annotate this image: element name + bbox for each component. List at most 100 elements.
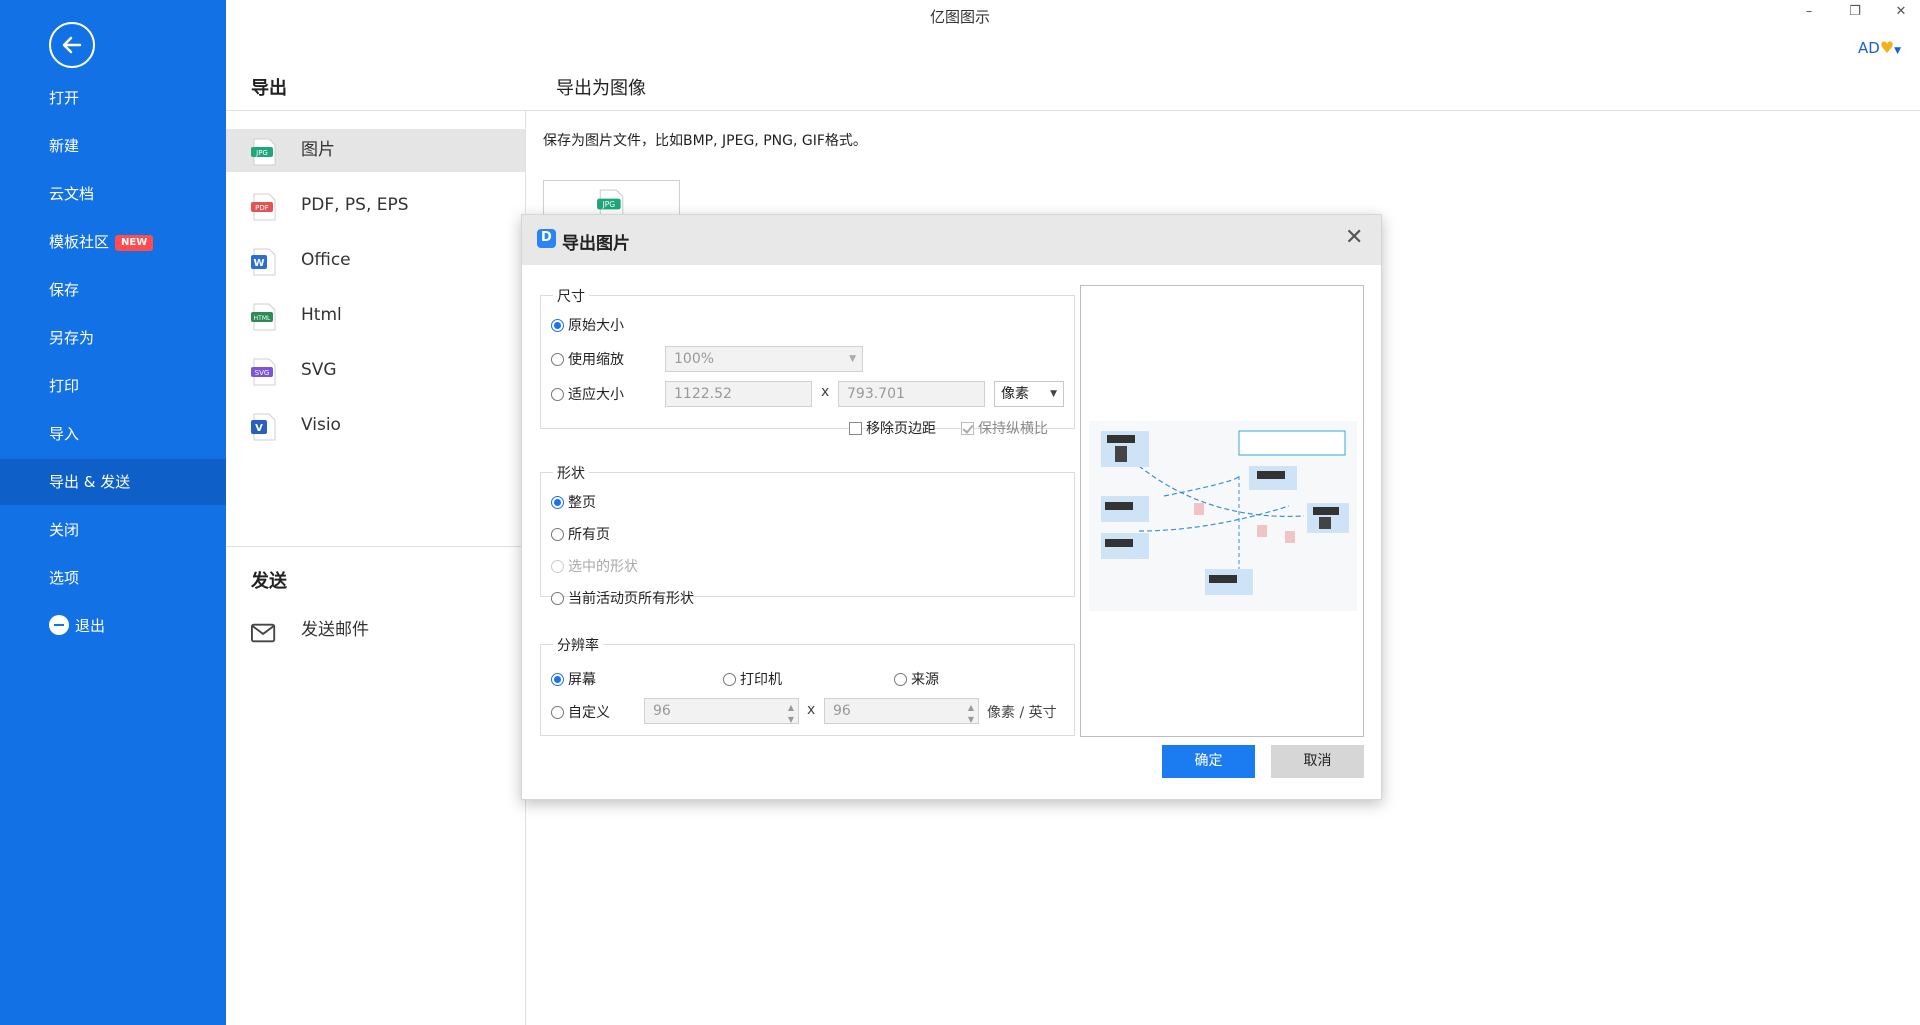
chevron-down-icon: ▼ <box>1050 389 1057 399</box>
resolution-group: 分辨率 屏幕 打印机 来源 自定义 96 ▲ ▼ x 96 ▲ ▼ 像素 / 英寸 <box>540 635 1075 736</box>
width-input[interactable]: 1122.52 <box>665 381 812 407</box>
radio-custom[interactable]: 自定义 <box>551 702 610 722</box>
close-icon[interactable]: ✕ <box>1345 227 1363 249</box>
radio-use-scale[interactable]: 使用缩放 <box>551 349 624 369</box>
checkbox-label: 移除页边距 <box>866 421 936 437</box>
radio-label: 适应大小 <box>568 387 624 403</box>
sidebar-item-new[interactable]: 新建 <box>0 123 226 169</box>
radio-label: 原始大小 <box>568 318 624 334</box>
send-item-label: 发送邮件 <box>301 620 369 640</box>
export-image-dialog: 导出图片 ✕ 尺寸 原始大小 使用缩放 100% ▼ 适应大小 1122.52 x… <box>521 214 1382 800</box>
diagram-thumbnail <box>1089 421 1357 611</box>
minimize-button[interactable]: – <box>1797 4 1821 24</box>
export-item-visio[interactable]: V Visio <box>226 404 525 447</box>
sidebar-item-label: 导入 <box>49 425 80 443</box>
app-logo-icon <box>537 229 556 248</box>
radio-dot <box>551 672 564 686</box>
cancel-button[interactable]: 取消 <box>1271 745 1364 778</box>
checkbox-keep-ratio[interactable]: 保持纵横比 <box>961 418 1048 438</box>
svg-text:PDF: PDF <box>255 204 269 212</box>
new-badge: NEW <box>115 234 154 251</box>
radio-all-pages[interactable]: 所有页 <box>551 524 610 544</box>
user-account-menu[interactable]: AD♥▼ <box>1858 38 1901 57</box>
radio-fit-size[interactable]: 适应大小 <box>551 384 624 404</box>
sidebar-item-cloud-docs[interactable]: 云文档 <box>0 171 226 217</box>
radio-whole-page[interactable]: 整页 <box>551 492 596 512</box>
radio-original-size[interactable]: 原始大小 <box>551 315 624 335</box>
export-item-svg[interactable]: SVG SVG <box>226 349 525 392</box>
unit-select[interactable]: 像素 ▼ <box>994 381 1064 407</box>
spin-down-icon: ▼ <box>967 715 974 724</box>
export-item-label: SVG <box>301 360 337 380</box>
sidebar-item-open[interactable]: 打开 <box>0 75 226 121</box>
svg-text:V: V <box>255 423 263 434</box>
html-file-icon: HTML <box>251 303 276 331</box>
export-item-image[interactable]: JPG 图片 <box>226 129 525 172</box>
svg-file-icon: SVG <box>251 358 276 386</box>
times-sign: x <box>807 702 816 718</box>
checkbox-box <box>961 421 974 435</box>
send-item-email[interactable]: 发送邮件 <box>226 609 525 652</box>
export-section-title: 导出 <box>251 78 287 99</box>
export-item-html[interactable]: HTML Html <box>226 294 525 337</box>
radio-current-page-shapes[interactable]: 当前活动页所有形状 <box>551 588 694 608</box>
radio-label: 选中的形状 <box>568 559 638 575</box>
export-item-label: 图片 <box>301 140 335 160</box>
close-window-button[interactable]: ✕ <box>1889 4 1913 24</box>
dpi-y-value: 96 <box>833 703 851 719</box>
radio-label: 自定义 <box>568 705 610 721</box>
radio-source[interactable]: 来源 <box>894 669 939 689</box>
backstage-sidebar: 打开 新建 云文档 模板社区 NEW 保存 另存为 打印 导入 导出 & 发送 关… <box>0 0 226 1025</box>
radio-dot <box>894 672 907 686</box>
sidebar-item-save-as[interactable]: 另存为 <box>0 315 226 361</box>
svg-text:JPG: JPG <box>255 149 268 157</box>
unit-value: 像素 <box>1001 386 1029 402</box>
sidebar-item-template-community[interactable]: 模板社区 NEW <box>0 219 226 265</box>
sidebar-item-close[interactable]: 关闭 <box>0 507 226 553</box>
size-group: 尺寸 原始大小 使用缩放 100% ▼ 适应大小 1122.52 x 793.70… <box>540 286 1075 437</box>
user-initials: AD <box>1858 39 1880 57</box>
radio-screen[interactable]: 屏幕 <box>551 669 596 689</box>
restore-button[interactable]: ❐ <box>1843 4 1867 24</box>
sidebar-item-label: 模板社区 <box>49 233 110 251</box>
sidebar-item-export-send[interactable]: 导出 & 发送 <box>0 459 226 505</box>
export-item-office[interactable]: W Office <box>226 239 525 282</box>
sidebar-item-label: 关闭 <box>49 521 80 539</box>
svg-text:SVG: SVG <box>255 369 270 377</box>
arrow-left-icon <box>62 36 82 54</box>
sidebar-item-label: 新建 <box>49 137 80 155</box>
sidebar-item-options[interactable]: 选项 <box>0 555 226 601</box>
dpi-y-input[interactable]: 96 ▲ ▼ <box>824 698 979 724</box>
exit-icon <box>49 614 69 635</box>
back-button[interactable] <box>49 22 95 68</box>
radio-dot <box>551 387 564 401</box>
sidebar-item-save[interactable]: 保存 <box>0 267 226 313</box>
sidebar-item-label: 打印 <box>49 377 80 395</box>
sidebar-item-label: 保存 <box>49 281 80 299</box>
dpi-x-value: 96 <box>653 703 671 719</box>
confirm-button[interactable]: 确定 <box>1162 745 1255 778</box>
word-file-icon: W <box>251 248 276 276</box>
sidebar-item-print[interactable]: 打印 <box>0 363 226 409</box>
scale-select[interactable]: 100% ▼ <box>665 346 863 372</box>
radio-selected-shapes[interactable]: 选中的形状 <box>551 556 638 576</box>
dpi-x-input[interactable]: 96 ▲ ▼ <box>644 698 799 724</box>
radio-printer[interactable]: 打印机 <box>723 669 782 689</box>
sidebar-item-import[interactable]: 导入 <box>0 411 226 457</box>
sidebar-item-label: 另存为 <box>49 329 95 347</box>
radio-label: 来源 <box>911 672 939 688</box>
radio-dot <box>723 672 736 686</box>
dpi-unit: 像素 / 英寸 <box>987 705 1057 721</box>
scale-value: 100% <box>674 351 715 367</box>
radio-dot <box>551 318 564 332</box>
chevron-down-icon: ▼ <box>1894 46 1902 56</box>
sidebar-item-exit[interactable]: 退出 <box>0 603 226 649</box>
radio-label: 屏幕 <box>568 672 596 688</box>
right-panel-description: 保存为图片文件，比如BMP, JPEG, PNG, GIF格式。 <box>543 133 867 149</box>
radio-label: 所有页 <box>568 527 610 543</box>
vip-heart-icon: ♥ <box>1879 38 1895 57</box>
export-item-pdf[interactable]: PDF PDF, PS, EPS <box>226 184 525 227</box>
height-input[interactable]: 793.701 <box>838 381 985 407</box>
checkbox-remove-margin[interactable]: 移除页边距 <box>849 418 936 438</box>
visio-file-icon: V <box>251 413 276 441</box>
